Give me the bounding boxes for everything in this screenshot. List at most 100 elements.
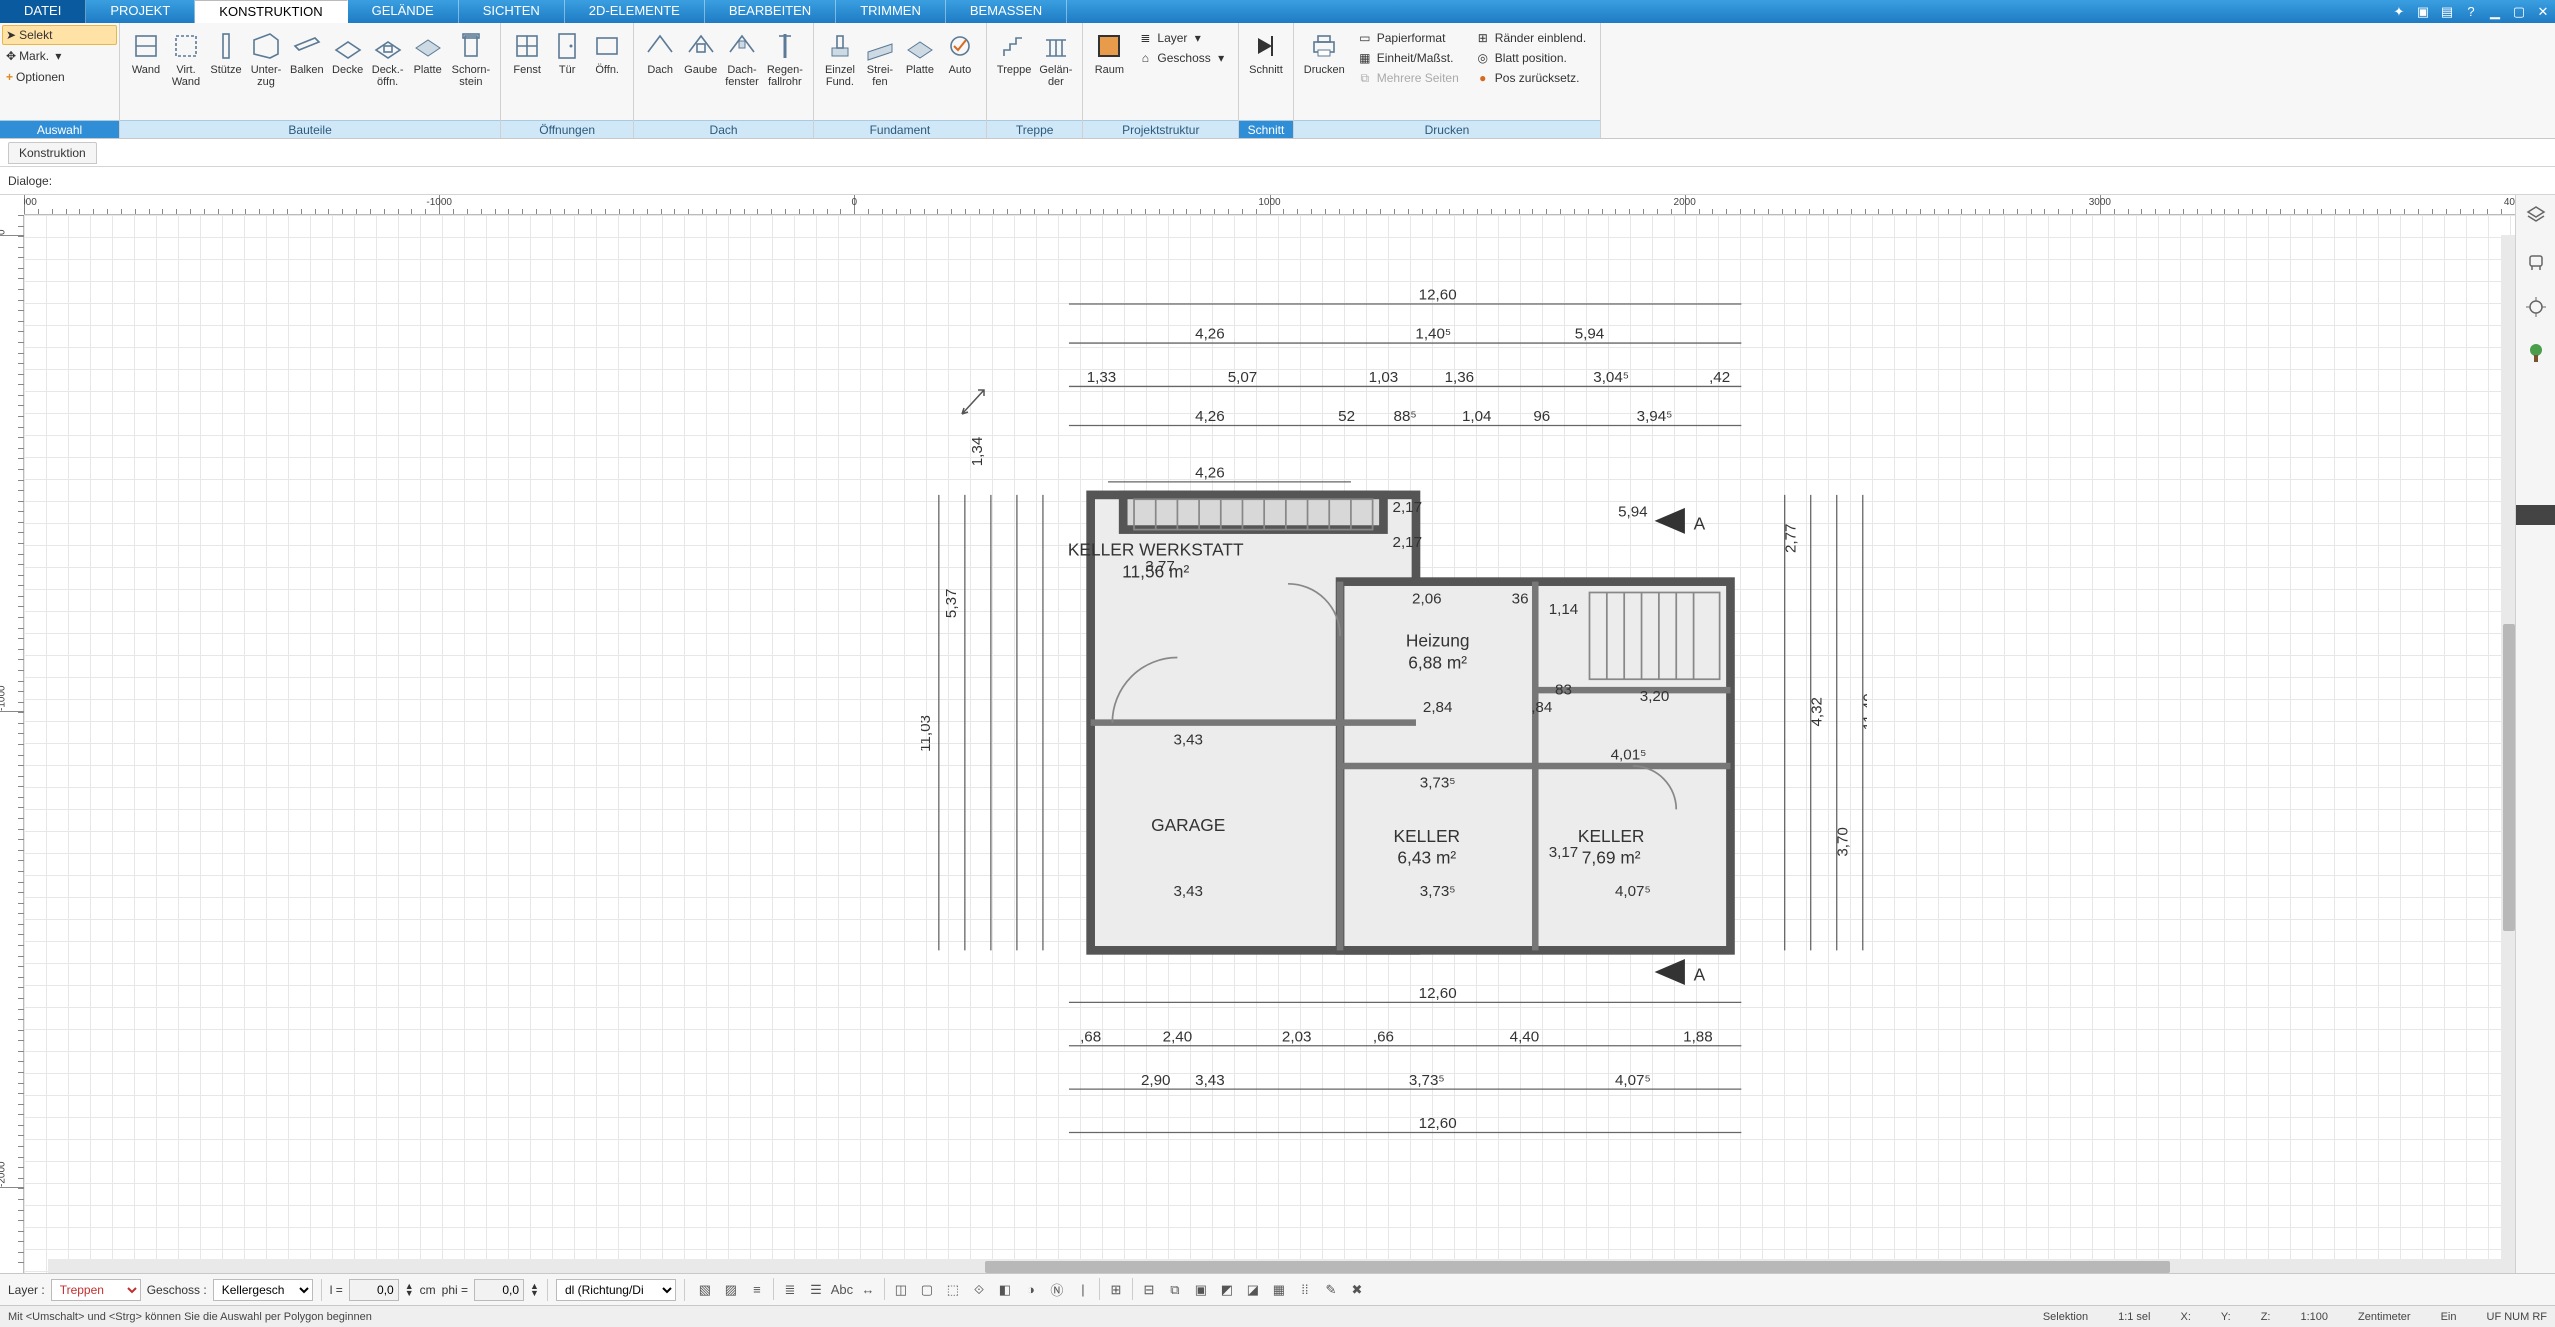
balken-button[interactable]: Balken bbox=[286, 27, 328, 79]
gelaender-button[interactable]: Gelän-der bbox=[1035, 27, 1076, 91]
menu-konstruktion[interactable]: KONSTRUKTION bbox=[195, 0, 347, 23]
einzelfund-button[interactable]: EinzelFund. bbox=[820, 27, 860, 91]
streifen-icon bbox=[864, 30, 896, 62]
unterzug-button[interactable]: Unter-zug bbox=[246, 27, 286, 91]
bottom-tool-t19[interactable]: ▣ bbox=[1189, 1278, 1213, 1302]
l-input[interactable] bbox=[349, 1279, 399, 1301]
furniture-panel-icon[interactable] bbox=[2522, 247, 2550, 275]
layer-dropdown[interactable]: ≣ Layer ▾ bbox=[1133, 29, 1228, 47]
einheit-button[interactable]: ▦Einheit/Maßst. bbox=[1353, 49, 1463, 67]
bottom-tool-t12[interactable]: ◧ bbox=[993, 1278, 1017, 1302]
bottom-tool-t2[interactable]: ▨ bbox=[719, 1278, 743, 1302]
dl-select[interactable]: dl (Richtung/Di bbox=[556, 1279, 676, 1301]
bottom-tool-t16[interactable]: ⊞ bbox=[1104, 1278, 1128, 1302]
virtwand-button[interactable]: Virt.Wand bbox=[166, 27, 206, 91]
floor-plan[interactable]: A A KELLER WERKSTATT11,56 m²Heizu bbox=[921, 278, 1868, 1146]
geschoss-dropdown[interactable]: ⌂ Geschoss ▾ bbox=[1133, 49, 1228, 67]
optionen-button[interactable]: + Optionen bbox=[2, 67, 117, 87]
bottom-tool-t20[interactable]: ◩ bbox=[1215, 1278, 1239, 1302]
bottom-tool-t6[interactable]: Abc bbox=[830, 1278, 854, 1302]
bottom-tool-t24[interactable]: ✎ bbox=[1319, 1278, 1343, 1302]
menu-bemassen[interactable]: BEMASSEN bbox=[946, 0, 1067, 23]
close-icon[interactable]: ✕ bbox=[2531, 0, 2555, 23]
pos-reset-button[interactable]: ●Pos zurücksetz. bbox=[1471, 69, 1590, 87]
bottom-tool-t7[interactable]: ↔ bbox=[856, 1278, 880, 1302]
bottom-tool-t8[interactable]: ◫ bbox=[889, 1278, 913, 1302]
maximize-icon[interactable]: ▢ bbox=[2507, 0, 2531, 23]
scrollbar-horizontal[interactable] bbox=[48, 1259, 2515, 1273]
bottom-tool-t10[interactable]: ⬚ bbox=[941, 1278, 965, 1302]
gaube-button[interactable]: Gaube bbox=[680, 27, 721, 79]
scrollbar-vertical[interactable] bbox=[2501, 235, 2515, 1259]
raum-button[interactable]: Raum bbox=[1089, 27, 1129, 79]
menu-bearbeiten[interactable]: BEARBEITEN bbox=[705, 0, 836, 23]
schnitt-button[interactable]: Schnitt bbox=[1245, 27, 1287, 79]
raender-button[interactable]: ⊞Ränder einblend. bbox=[1471, 29, 1590, 47]
stuetze-button[interactable]: Stütze bbox=[206, 27, 246, 79]
help-icon[interactable]: ? bbox=[2459, 0, 2483, 23]
l-spinner[interactable]: ▲▼ bbox=[405, 1283, 414, 1297]
bottom-tool-t15-icon: | bbox=[1081, 1282, 1084, 1297]
title-tool2-icon[interactable]: ▣ bbox=[2411, 0, 2435, 23]
treppe-button[interactable]: Treppe bbox=[993, 27, 1035, 79]
phi-spinner[interactable]: ▲▼ bbox=[530, 1283, 539, 1297]
caption-projektstruktur: Projektstruktur bbox=[1083, 120, 1238, 138]
subtab-konstruktion[interactable]: Konstruktion bbox=[8, 142, 97, 164]
auto-button[interactable]: Auto bbox=[940, 27, 980, 79]
drawing-canvas[interactable]: A A KELLER WERKSTATT11,56 m²Heizu bbox=[24, 215, 2515, 1273]
title-tool3-icon[interactable]: ▤ bbox=[2435, 0, 2459, 23]
menu-gelaende[interactable]: GELÄNDE bbox=[348, 0, 459, 23]
bottom-tool-t25[interactable]: ✖ bbox=[1345, 1278, 1369, 1302]
bottom-tool-t17[interactable]: ⊟ bbox=[1137, 1278, 1161, 1302]
platte2-button[interactable]: Platte bbox=[900, 27, 940, 79]
layers-panel-icon[interactable] bbox=[2522, 201, 2550, 229]
drucken-button[interactable]: Drucken bbox=[1300, 27, 1349, 79]
fenst-button[interactable]: Fenst bbox=[507, 27, 547, 79]
bottom-tool-t9[interactable]: ▢ bbox=[915, 1278, 939, 1302]
bottom-tool-t23[interactable]: ⁞⁞ bbox=[1293, 1278, 1317, 1302]
bottom-tool-t1[interactable]: ▧ bbox=[693, 1278, 717, 1302]
menu-datei[interactable]: DATEI bbox=[0, 0, 86, 23]
bottom-tool-t13[interactable]: ◑ bbox=[1019, 1278, 1043, 1302]
bottom-tool-t11[interactable]: ⟐ bbox=[967, 1278, 991, 1302]
menu-2delemente[interactable]: 2D-ELEMENTE bbox=[565, 0, 705, 23]
bottom-tool-t3[interactable]: ≡ bbox=[745, 1278, 769, 1302]
platte-button[interactable]: Platte bbox=[408, 27, 448, 79]
panel-pull-tab[interactable] bbox=[2516, 505, 2555, 525]
bottom-tool-t5[interactable]: ☰ bbox=[804, 1278, 828, 1302]
decke-button[interactable]: Decke bbox=[328, 27, 368, 79]
focus-panel-icon[interactable] bbox=[2522, 293, 2550, 321]
title-tool-icon[interactable]: ✦ bbox=[2387, 0, 2411, 23]
minimize-icon[interactable]: ▁ bbox=[2483, 0, 2507, 23]
mehrere-seiten-button[interactable]: ⧉Mehrere Seiten bbox=[1353, 69, 1463, 87]
tree-panel-icon[interactable] bbox=[2522, 339, 2550, 367]
bottom-tool-t21[interactable]: ◪ bbox=[1241, 1278, 1265, 1302]
layer-select[interactable]: Treppen bbox=[51, 1279, 141, 1301]
deckoeffn-button[interactable]: Deck.-öffn. bbox=[368, 27, 408, 91]
menu-sichten[interactable]: SICHTEN bbox=[459, 0, 565, 23]
streifen-button[interactable]: Strei-fen bbox=[860, 27, 900, 91]
selekt-button[interactable]: ➤ Selekt bbox=[2, 25, 117, 45]
dach-button[interactable]: Dach bbox=[640, 27, 680, 79]
svg-text:3,73⁵: 3,73⁵ bbox=[1409, 1072, 1445, 1089]
geschoss-select[interactable]: Kellergesch bbox=[213, 1279, 313, 1301]
phi-input[interactable] bbox=[474, 1279, 524, 1301]
regenfallrohr-button[interactable]: Regen-fallrohr bbox=[763, 27, 807, 91]
tuer-button[interactable]: Tür bbox=[547, 27, 587, 79]
bottom-tool-t4[interactable]: ≣ bbox=[778, 1278, 802, 1302]
menu-projekt[interactable]: PROJEKT bbox=[86, 0, 195, 23]
blatt-button[interactable]: ◎Blatt position. bbox=[1471, 49, 1590, 67]
wand-button[interactable]: Wand bbox=[126, 27, 166, 79]
menu-trimmen[interactable]: TRIMMEN bbox=[836, 0, 946, 23]
geschoss-label: Geschoss bbox=[1157, 51, 1210, 65]
oeffn-button[interactable]: Öffn. bbox=[587, 27, 627, 79]
bottom-tool-t18[interactable]: ⧉ bbox=[1163, 1278, 1187, 1302]
schornstein-button[interactable]: Schorn-stein bbox=[448, 27, 495, 91]
svg-text:2,77: 2,77 bbox=[1782, 524, 1799, 554]
bottom-tool-t15[interactable]: | bbox=[1071, 1278, 1095, 1302]
papierformat-button[interactable]: ▭Papierformat bbox=[1353, 29, 1463, 47]
mark-button[interactable]: ✥ Mark. ▾ bbox=[2, 46, 117, 66]
bottom-tool-t22[interactable]: ▦ bbox=[1267, 1278, 1291, 1302]
bottom-tool-t14[interactable]: Ⓝ bbox=[1045, 1278, 1069, 1302]
dachfenster-button[interactable]: Dach-fenster bbox=[721, 27, 763, 91]
